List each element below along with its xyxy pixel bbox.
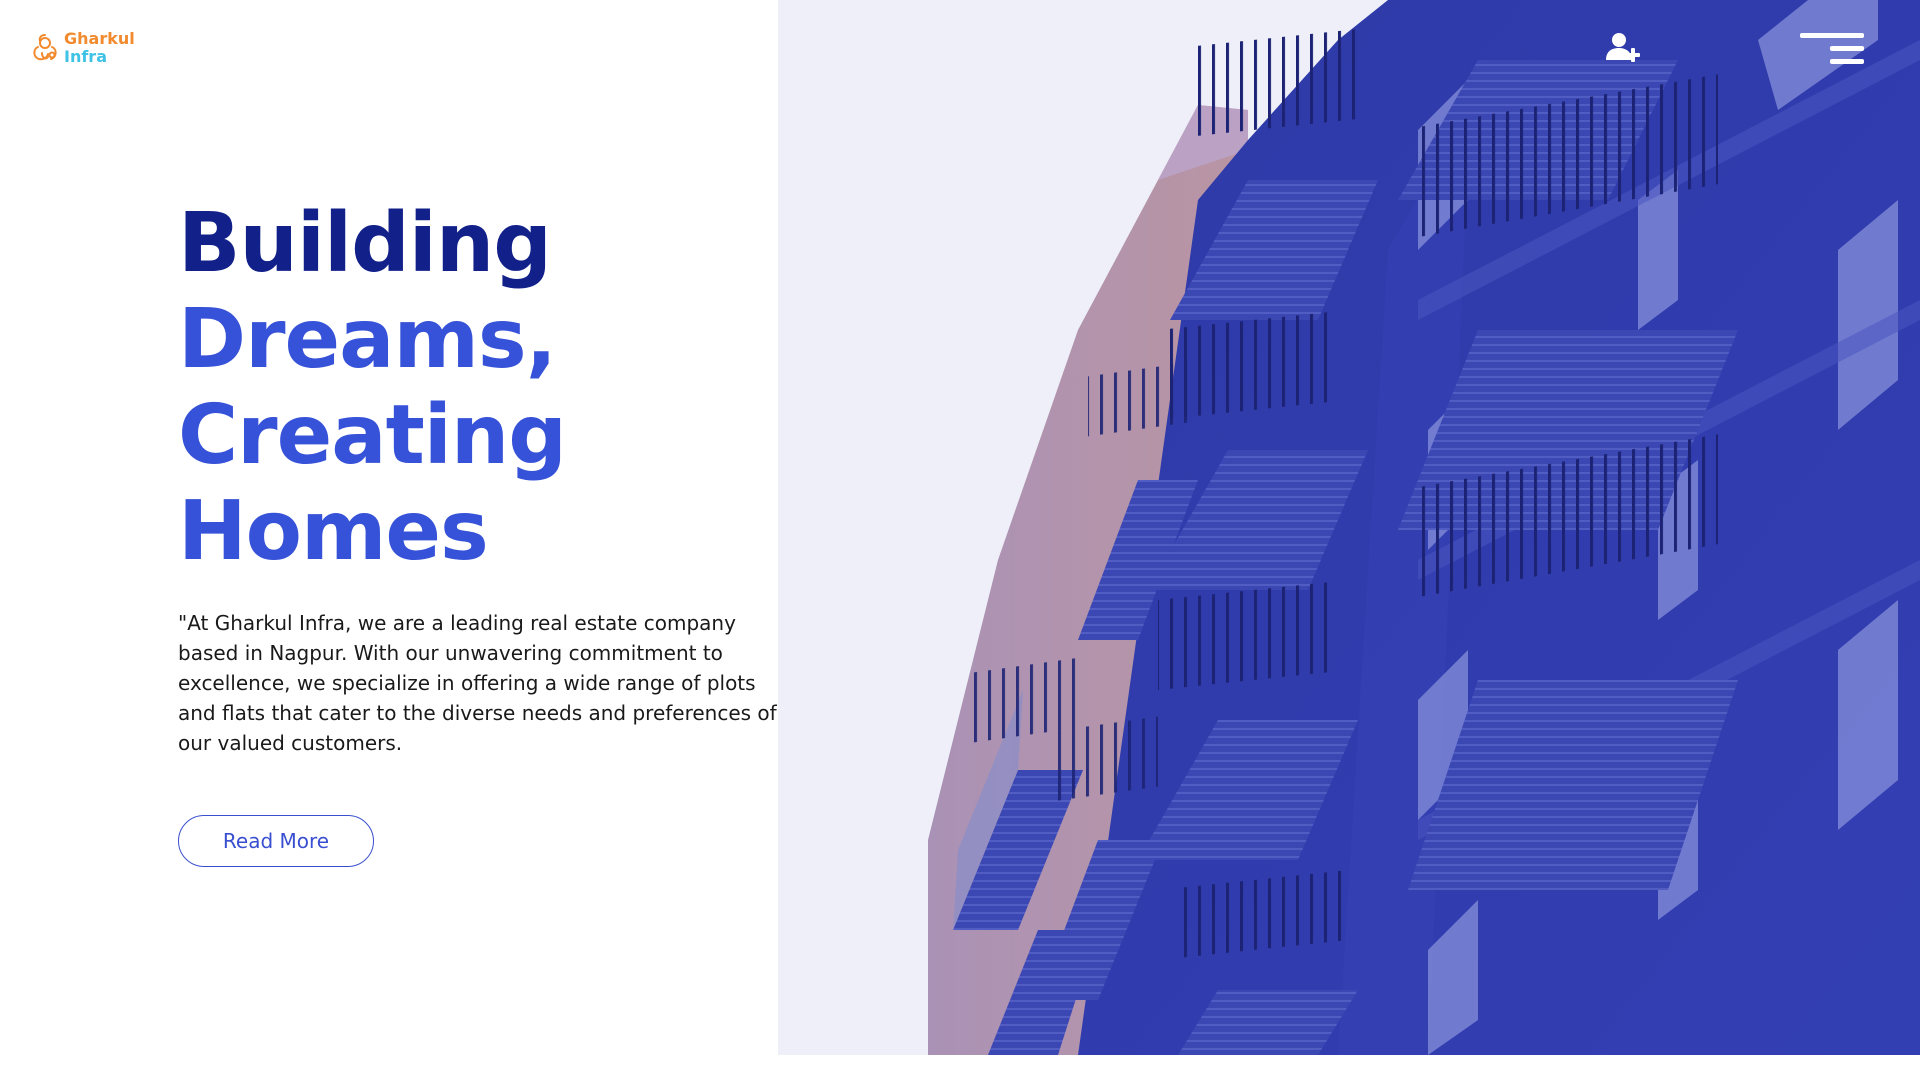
brand-name-line2: Infra — [64, 47, 107, 66]
hamburger-menu-button[interactable] — [1800, 30, 1868, 70]
headline-line-4: Homes — [178, 484, 489, 579]
headline-line-1: Building — [178, 196, 552, 291]
landing-page: Gharkul Infra Building Dreams, Creating … — [0, 0, 1920, 1080]
hero-building-image — [778, 0, 1920, 1055]
brand-wordmark: Gharkul Infra — [64, 30, 135, 66]
hero-description: "At Gharkul Infra, we are a leading real… — [178, 611, 777, 755]
add-user-icon — [1606, 33, 1640, 62]
menu-line-top — [1800, 33, 1864, 38]
add-user-button[interactable] — [1604, 30, 1644, 66]
menu-line-middle — [1830, 46, 1864, 51]
ganesha-icon — [30, 31, 60, 65]
brand-name-line1: Gharkul — [64, 29, 135, 48]
headline-line-2: Dreams, — [178, 292, 557, 387]
read-more-button[interactable]: Read More — [178, 815, 374, 867]
brand-logo[interactable]: Gharkul Infra — [30, 30, 135, 66]
hero-headline: Building Dreams, Creating Homes — [178, 196, 567, 580]
menu-line-bottom — [1830, 59, 1864, 64]
page-bottom-strip — [0, 1055, 1920, 1080]
headline-line-3: Creating — [178, 388, 567, 483]
